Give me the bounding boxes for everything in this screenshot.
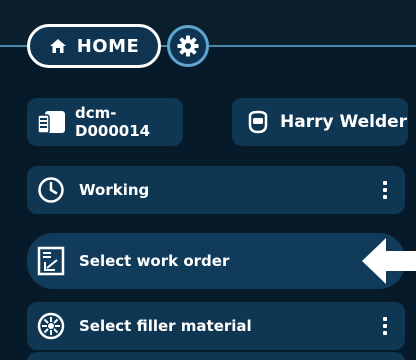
- gear-icon: [177, 35, 199, 57]
- more-options-icon[interactable]: [371, 310, 399, 342]
- menu-item-working[interactable]: Working: [27, 166, 405, 214]
- clock-icon: [37, 176, 65, 204]
- arrow-left-icon: [360, 236, 416, 286]
- menu-item-select-work-order[interactable]: Select work order: [27, 233, 405, 289]
- settings-button[interactable]: [167, 25, 209, 67]
- welder-helmet-icon: [246, 110, 270, 134]
- device-id-button[interactable]: dcm-D000014: [27, 98, 183, 146]
- work-order-icon: [37, 246, 65, 276]
- user-name-label: Harry Welder: [280, 112, 408, 132]
- app-screen: HOME dcm-D000014 Harry Welder Working Se…: [0, 0, 416, 360]
- filler-spool-icon: [37, 312, 65, 340]
- home-icon: [49, 38, 67, 54]
- menu-item-next[interactable]: [27, 352, 405, 360]
- more-options-icon[interactable]: [371, 174, 399, 206]
- menu-item-label: Select work order: [79, 252, 230, 270]
- home-label: HOME: [76, 35, 140, 57]
- device-id-label: dcm-D000014: [75, 104, 151, 140]
- menu-item-label: Select filler material: [79, 317, 252, 335]
- menu-item-label: Working: [79, 181, 150, 199]
- device-icon: [37, 109, 67, 135]
- menu-item-select-filler-material[interactable]: Select filler material: [27, 302, 405, 350]
- user-button[interactable]: Harry Welder: [232, 98, 408, 146]
- home-button[interactable]: HOME: [27, 24, 161, 68]
